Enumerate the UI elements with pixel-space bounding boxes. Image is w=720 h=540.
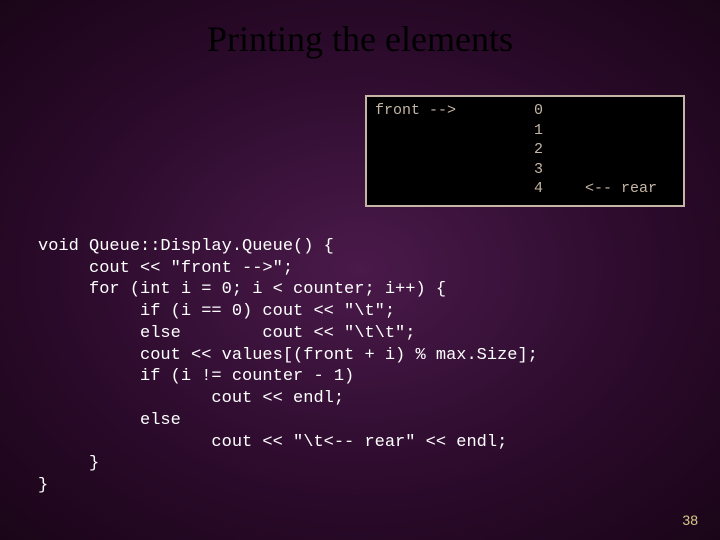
code-line: if (i != counter - 1) [38, 367, 354, 386]
code-line: else [38, 411, 181, 430]
output-row: 2 [375, 140, 675, 160]
code-line: cout << values[(front + i) % max.Size]; [38, 346, 538, 365]
code-line: } [38, 454, 99, 473]
rear-label: <-- rear [555, 179, 675, 199]
output-row: 4 <-- rear [375, 179, 675, 199]
output-value: 3 [495, 160, 555, 180]
output-value: 0 [495, 101, 555, 121]
page-number: 38 [682, 512, 698, 528]
code-line: cout << "front -->"; [38, 259, 293, 278]
output-value: 1 [495, 121, 555, 141]
output-row: 3 [375, 160, 675, 180]
code-line: else cout << "\t\t"; [38, 324, 415, 343]
front-label: front --> [375, 101, 495, 121]
code-line: void Queue::Display.Queue() { [38, 237, 334, 256]
code-line: for (int i = 0; i < counter; i++) { [38, 280, 446, 299]
slide-title: Printing the elements [0, 0, 720, 60]
code-line: if (i == 0) cout << "\t"; [38, 302, 395, 321]
code-line: cout << endl; [38, 389, 344, 408]
output-value: 4 [495, 179, 555, 199]
code-line: } [38, 476, 48, 495]
code-block: void Queue::Display.Queue() { cout << "f… [38, 214, 538, 497]
code-line: cout << "\t<-- rear" << endl; [38, 433, 507, 452]
output-row: front --> 0 [375, 101, 675, 121]
console-output: front --> 0 1 2 3 4 <-- rear [365, 95, 685, 207]
output-row: 1 [375, 121, 675, 141]
output-value: 2 [495, 140, 555, 160]
